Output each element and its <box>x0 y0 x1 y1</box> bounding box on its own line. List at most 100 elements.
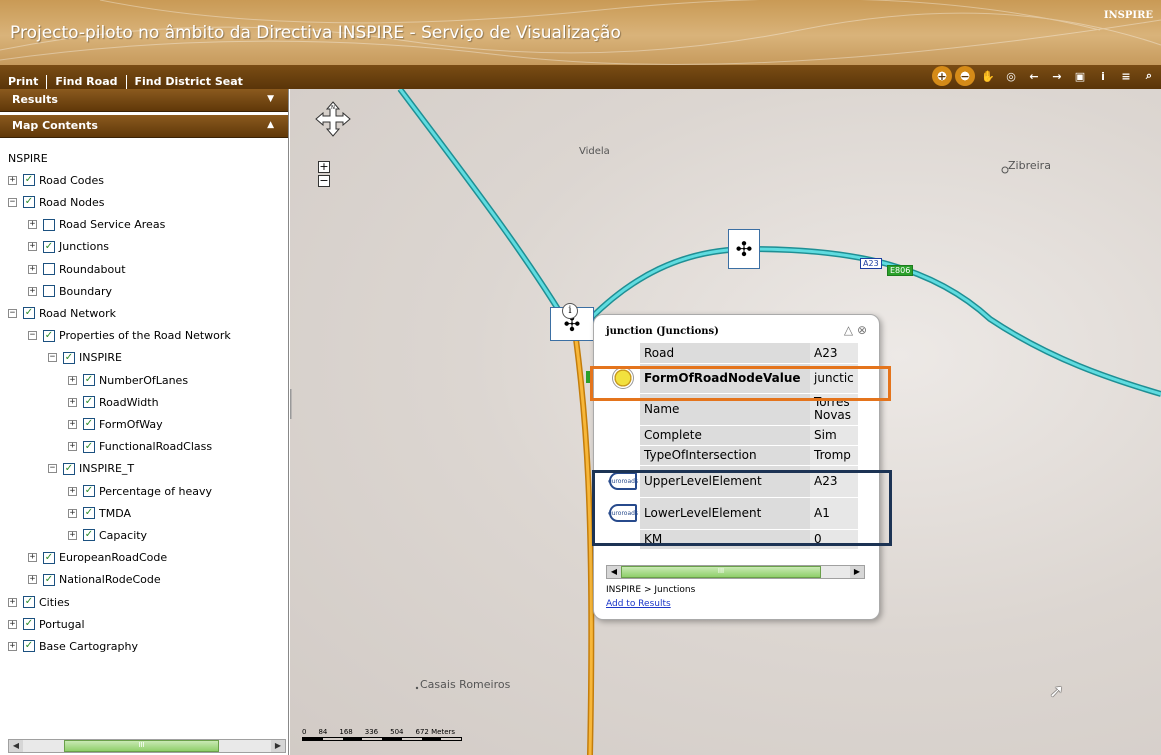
expand-icon[interactable]: + <box>68 530 77 540</box>
layer-checkbox[interactable]: ✓ <box>83 418 95 431</box>
tree-node[interactable]: + ✓ EuropeanRoadCode <box>28 549 167 567</box>
popup-scrollbar[interactable]: ◀ III ▶ <box>606 565 865 579</box>
zoom-in-button[interactable]: + <box>318 161 330 173</box>
collapse-icon[interactable]: − <box>48 353 57 363</box>
tree-node[interactable]: + ✓ Capacity <box>68 526 147 544</box>
search-icon[interactable]: ⌕ <box>1139 66 1159 86</box>
collapse-icon[interactable]: − <box>28 331 37 341</box>
tree-node[interactable]: + ✓ Road Codes <box>8 171 104 189</box>
map-contents-header[interactable]: Map Contents ▲ <box>0 115 288 138</box>
expand-icon[interactable]: + <box>8 175 17 185</box>
full-extent-icon[interactable]: ◎ <box>1001 66 1021 86</box>
scroll-right-icon[interactable]: ▶ <box>850 566 864 578</box>
tree-node[interactable]: − ✓ Road Nodes <box>8 193 105 211</box>
collapse-icon[interactable]: − <box>8 197 17 207</box>
find-district-seat-link[interactable]: Find District Seat <box>127 75 251 89</box>
print-link[interactable]: Print <box>0 75 46 89</box>
collapse-icon[interactable]: − <box>8 308 17 318</box>
previous-extent-icon[interactable]: ← <box>1024 66 1044 86</box>
tree-node[interactable]: + ✓ Base Cartography <box>8 637 138 655</box>
zoom-in-icon[interactable]: + <box>932 66 952 86</box>
tree-node[interactable]: − ✓ Road Network <box>8 304 116 322</box>
next-extent-icon[interactable]: → <box>1047 66 1067 86</box>
add-to-results-link[interactable]: Add to Results <box>606 599 671 609</box>
map-view[interactable]: Videla Zibreira Casais Romeiros A23 E806… <box>290 89 1161 755</box>
tree-node[interactable]: − ✓ INSPIRE <box>48 349 122 367</box>
scrollbar-thumb[interactable]: III <box>621 566 821 578</box>
expand-icon[interactable]: + <box>28 264 37 274</box>
scrollbar-thumb[interactable]: III <box>64 740 219 752</box>
layer-checkbox[interactable]: ✓ <box>23 618 35 631</box>
layer-checkbox[interactable]: ✓ <box>63 351 75 364</box>
expand-icon[interactable]: + <box>8 597 17 607</box>
layer-checkbox[interactable]: ✓ <box>83 440 95 453</box>
layer-checkbox[interactable]: ✓ <box>43 551 55 564</box>
layer-checkbox[interactable]: ✓ <box>83 396 95 409</box>
layer-checkbox[interactable]: ✓ <box>83 485 95 497</box>
tree-node[interactable]: + ✓ FunctionalRoadClass <box>68 438 212 456</box>
sidebar-scrollbar[interactable]: ◀ III ▶ <box>8 739 286 753</box>
expand-icon[interactable]: + <box>28 553 37 563</box>
layer-checkbox[interactable] <box>43 218 55 231</box>
results-panel-header[interactable]: Results ▼ <box>0 89 288 112</box>
tree-node[interactable]: + ✓ FormOfWay <box>68 415 163 433</box>
close-icon[interactable]: ⊗ <box>857 323 867 337</box>
layer-checkbox[interactable]: ✓ <box>23 640 35 653</box>
layer-checkbox[interactable] <box>43 285 55 298</box>
expand-icon[interactable]: + <box>68 486 77 496</box>
zoom-out-button[interactable]: − <box>318 175 330 187</box>
layer-checkbox[interactable]: ✓ <box>43 329 55 342</box>
expand-icon[interactable]: + <box>8 619 17 629</box>
pan-control-icon[interactable]: N <box>315 101 351 137</box>
layer-checkbox[interactable]: ✓ <box>43 240 55 253</box>
layer-checkbox[interactable]: ✓ <box>83 529 95 542</box>
expand-icon[interactable]: + <box>68 508 77 518</box>
tree-node[interactable]: − ✓ Properties of the Road Network <box>28 327 231 345</box>
expand-icon[interactable]: + <box>68 397 77 407</box>
layer-checkbox[interactable]: ✓ <box>43 573 55 586</box>
select-icon[interactable]: ▣ <box>1070 66 1090 86</box>
layer-checkbox[interactable] <box>43 263 55 275</box>
pan-hand-icon[interactable]: ✋ <box>978 66 998 86</box>
layer-checkbox[interactable]: ✓ <box>83 374 95 386</box>
tree-node[interactable]: + ✓ NationalRodeCode <box>28 571 161 589</box>
zoom-out-icon[interactable]: − <box>955 66 975 86</box>
info-icon[interactable]: i <box>562 303 578 319</box>
layer-checkbox[interactable]: ✓ <box>23 174 35 187</box>
expand-icon[interactable]: + <box>8 641 17 651</box>
layer-checkbox[interactable]: ✓ <box>23 307 35 320</box>
expand-icon[interactable]: + <box>68 419 77 429</box>
tree-node[interactable]: + ✓ Portugal <box>8 615 85 633</box>
tree-node[interactable]: + Roundabout <box>28 260 126 278</box>
tree-node[interactable]: − ✓ INSPIRE_T <box>48 460 134 478</box>
collapse-icon[interactable]: − <box>48 464 57 474</box>
tree-node[interactable]: + ✓ Percentage of heavy <box>68 482 212 500</box>
junction-marker-icon[interactable]: ✣ <box>728 229 760 269</box>
scroll-right-icon[interactable]: ▶ <box>271 740 285 752</box>
layer-checkbox[interactable]: ✓ <box>63 462 75 475</box>
expand-icon[interactable]: + <box>28 220 37 230</box>
scroll-left-icon[interactable]: ◀ <box>607 566 621 578</box>
tree-node[interactable]: + Road Service Areas <box>28 216 165 234</box>
chevron-up-icon[interactable]: ▲ <box>267 120 274 130</box>
layer-checkbox[interactable]: ✓ <box>23 196 35 209</box>
identify-icon[interactable]: i <box>1093 66 1113 86</box>
expand-icon[interactable]: + <box>68 375 77 385</box>
measure-icon[interactable]: ≡ <box>1116 66 1136 86</box>
tree-node[interactable]: NSPIRE <box>8 149 48 167</box>
expand-icon[interactable]: + <box>68 442 77 452</box>
tree-node[interactable]: + ✓ NumberOfLanes <box>68 371 188 389</box>
tree-node[interactable]: + ✓ RoadWidth <box>68 393 159 411</box>
scroll-left-icon[interactable]: ◀ <box>9 740 23 752</box>
layer-checkbox[interactable]: ✓ <box>23 596 35 608</box>
tree-node[interactable]: + ✓ Cities <box>8 593 70 611</box>
expand-icon[interactable]: + <box>28 286 37 296</box>
expand-icon[interactable]: + <box>28 575 37 585</box>
chevron-down-icon[interactable]: ▼ <box>267 94 274 104</box>
layer-checkbox[interactable]: ✓ <box>83 507 95 520</box>
find-road-link[interactable]: Find Road <box>47 75 125 89</box>
tree-node[interactable]: + ✓ Junctions <box>28 238 109 256</box>
collapse-icon[interactable]: △ <box>844 323 853 337</box>
tree-node[interactable]: + ✓ TMDA <box>68 504 131 522</box>
tree-node[interactable]: + Boundary <box>28 282 112 300</box>
